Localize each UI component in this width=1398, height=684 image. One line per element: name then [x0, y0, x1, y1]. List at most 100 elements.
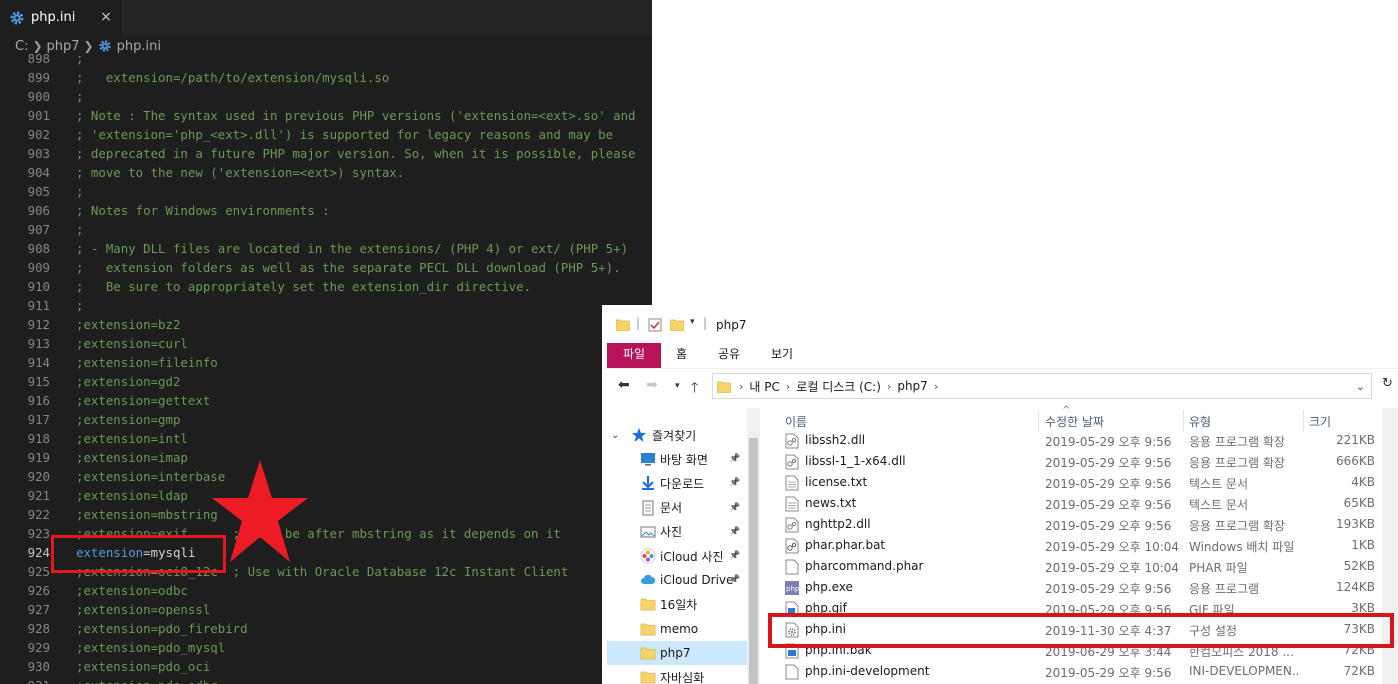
refresh-icon[interactable]: ↻ [1382, 376, 1393, 391]
nav-item-label: 사진 [660, 525, 683, 540]
column-type[interactable]: 유형 [1189, 413, 1211, 430]
address-crumb-local-disk[interactable]: 로컬 디스크 (C:) [796, 378, 881, 395]
file-date: 2019-05-29 오후 9:56 [1045, 498, 1172, 512]
code-line[interactable]: 912 ;extension=bz2 [0, 315, 652, 334]
code-line[interactable]: 910 ; Be sure to appropriately set the ex… [0, 277, 652, 296]
code-line[interactable]: 921 ;extension=ldap [0, 486, 652, 505]
column-divider[interactable] [1183, 410, 1184, 432]
code-line[interactable]: 928 ;extension=pdo_firebird [0, 619, 652, 638]
code-line[interactable]: 901 ; Note : The syntax used in previous … [0, 106, 652, 125]
code-line[interactable]: 918 ;extension=intl [0, 429, 652, 448]
file-size: 666KB [1335, 454, 1375, 468]
code-line[interactable]: 915 ;extension=gd2 [0, 372, 652, 391]
forward-arrow-icon[interactable]: ➡ [646, 377, 658, 393]
column-divider[interactable] [1038, 410, 1039, 432]
code-line[interactable]: 919 ;extension=imap [0, 448, 652, 467]
code-line[interactable]: 926 ;extension=odbc [0, 581, 652, 600]
code-line[interactable]: 899 ; extension=/path/to/extension/mysqli… [0, 68, 652, 87]
code-line[interactable]: 920 ;extension=interbase [0, 467, 652, 486]
up-arrow-icon[interactable]: 🡑 [691, 377, 698, 401]
nav-item-label: 바탕 화면 [660, 452, 708, 467]
code-line[interactable]: 908 ; - Many DLL files are located in the… [0, 239, 652, 258]
code-line[interactable]: 906 ; Notes for Windows environments : [0, 201, 652, 220]
nav-item[interactable]: 자바심화 [607, 665, 747, 684]
nav-item[interactable]: 바탕 화면 📌 [607, 447, 747, 471]
code-line[interactable]: 902 ; 'extension='php_<ext>.dll') is supp… [0, 125, 652, 144]
nav-item[interactable]: iCloud Drive 📌 [607, 568, 747, 592]
close-icon[interactable]: × [98, 8, 114, 26]
file-row[interactable]: license.txt 2019-05-29 오후 9:56 텍스트 문서 4KB [762, 472, 1382, 493]
nav-item[interactable]: 사진 📌 [607, 520, 747, 544]
code-line[interactable]: 911; [0, 296, 652, 315]
code-line[interactable]: 931 ;extension=pdo_odbc [0, 676, 652, 684]
column-size[interactable]: 크기 [1309, 413, 1331, 430]
file-row[interactable]: php.ini-development 2019-05-29 오후 9:56 INI… [762, 661, 1382, 682]
code-line[interactable]: 907; [0, 220, 652, 239]
file-row[interactable]: libssh2.dll 2019-05-29 오후 9:56 응용 프로그램 확장 2… [762, 430, 1382, 451]
line-number: 916 [27, 393, 50, 408]
column-divider[interactable] [1303, 410, 1304, 432]
file-row[interactable]: pharcommand.phar 2019-05-29 오후 10:04 PHAR … [762, 556, 1382, 577]
new-folder-icon[interactable] [670, 318, 684, 331]
pin-icon: 📌 [729, 502, 741, 513]
nav-item[interactable]: iCloud 사진 📌 [607, 544, 747, 568]
properties-icon[interactable] [648, 318, 662, 332]
code-line[interactable]: 909 ; extension folders as well as the se… [0, 258, 652, 277]
pin-icon: 📌 [729, 575, 741, 586]
file-row[interactable]: news.txt 2019-05-29 오후 9:56 텍스트 문서 65KB [762, 493, 1382, 514]
code-line[interactable]: 900; [0, 87, 652, 106]
code-line[interactable]: 929 ;extension=pdo_mysql [0, 638, 652, 657]
file-date: 2019-05-29 오후 9:56 [1045, 456, 1172, 470]
nav-item[interactable]: php7 [607, 640, 747, 665]
address-crumb-php7[interactable]: php7 [897, 379, 927, 393]
column-name[interactable]: 이름 [785, 413, 807, 430]
nav-item[interactable]: 16일차 [607, 592, 747, 616]
tab-share[interactable]: 공유 [718, 343, 740, 368]
tab-view[interactable]: 보기 [771, 343, 793, 368]
code-line[interactable]: 914 ;extension=fileinfo [0, 353, 652, 372]
nav-scrollbar[interactable] [747, 408, 760, 684]
back-arrow-icon[interactable]: ⬅ [618, 377, 630, 393]
file-name: phar.phar.bat [805, 538, 886, 552]
code-editor[interactable]: php.ini × C: ❯ php7 ❯ php.ini 898; 899; e… [0, 0, 652, 684]
file-size: 124KB [1335, 580, 1375, 594]
chevron-down-icon[interactable]: ⌄ [1356, 380, 1365, 393]
file-name: php.exe [805, 580, 853, 594]
code-line[interactable]: 898; [0, 49, 652, 68]
tab-php-ini[interactable]: php.ini × [0, 0, 122, 35]
code-line[interactable]: 922 ;extension=mbstring [0, 505, 652, 524]
line-text: ;extension=imap [76, 450, 188, 465]
nav-item[interactable]: 문서 📌 [607, 496, 747, 520]
address-bar[interactable]: › 내 PC › 로컬 디스크 (C:) › php7 › ⌄ [712, 373, 1372, 399]
line-text: ; [76, 51, 84, 66]
code-area[interactable]: 898; 899 ; extension=/path/to/extension/my… [0, 49, 652, 684]
column-date[interactable]: 수정한 날짜 [1045, 413, 1104, 430]
chevron-down-icon[interactable]: ⌄ [611, 430, 619, 441]
code-line[interactable]: 913 ;extension=curl [0, 334, 652, 353]
code-line[interactable]: 903 ; deprecated in a future PHP major ve… [0, 144, 652, 163]
nav-item[interactable]: ⌄ 즐겨찾기 [607, 423, 747, 447]
file-row[interactable]: libssl-1_1-x64.dll 2019-05-29 오후 9:56 응용 프… [762, 451, 1382, 472]
address-crumb-this-pc[interactable]: 내 PC [749, 378, 779, 395]
file-row[interactable]: phar.phar.bat 2019-05-29 오후 10:04 Windows … [762, 535, 1382, 556]
file-row[interactable]: php php.exe 2019-05-29 오후 9:56 응용 프로그램 124KB [762, 577, 1382, 598]
scrollbar-thumb[interactable] [749, 438, 758, 684]
nav-item[interactable]: 다운로드 📌 [607, 471, 747, 495]
file-date: 2019-05-29 오후 9:56 [1045, 435, 1172, 449]
tab-home[interactable]: 홈 [676, 343, 687, 368]
file-row[interactable]: nghttp2.dll 2019-05-29 오후 9:56 응용 프로그램 확장 1… [762, 514, 1382, 535]
text-file-icon [785, 496, 799, 512]
customize-dropdown-icon[interactable]: ▾ [690, 317, 695, 327]
code-line[interactable]: 927 ;extension=openssl [0, 600, 652, 619]
line-number: 929 [27, 640, 50, 655]
file-name: libssl-1_1-x64.dll [805, 454, 906, 468]
recent-locations-icon[interactable]: ▾ [675, 381, 680, 391]
tab-file[interactable]: 파일 [607, 343, 661, 368]
code-line[interactable]: 904 ; move to the new ('extension=<ext>) … [0, 163, 652, 182]
code-line[interactable]: 916 ;extension=gettext [0, 391, 652, 410]
code-line[interactable]: 930 ;extension=pdo_oci [0, 657, 652, 676]
code-line[interactable]: 917 ;extension=gmp [0, 410, 652, 429]
line-text: ; - Many DLL files are located in the ex… [76, 241, 629, 256]
code-line[interactable]: 905; [0, 182, 652, 201]
nav-item[interactable]: memo [607, 617, 747, 641]
